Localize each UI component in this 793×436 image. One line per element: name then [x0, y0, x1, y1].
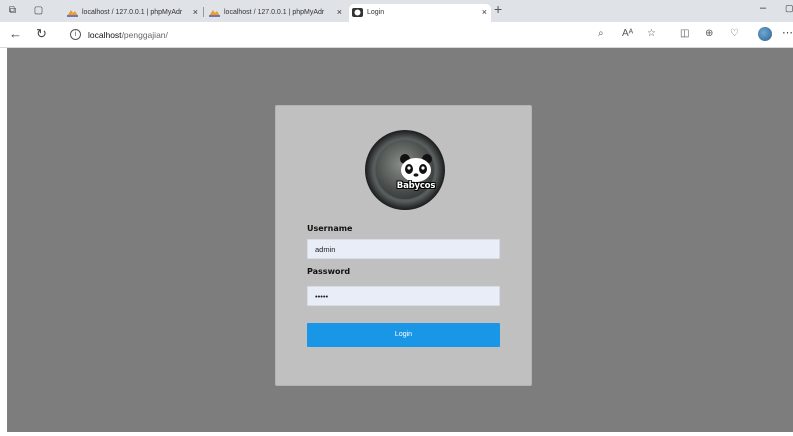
panda-icon — [400, 154, 432, 182]
more-menu-icon[interactable]: ⋯ — [782, 26, 793, 39]
password-field[interactable] — [307, 286, 500, 306]
new-tab-button[interactable]: + — [494, 1, 502, 17]
address-bar: ← ↻ i localhost/penggajian/ ⌕ Aᴬ ☆ ◫ ⊕ ♡… — [0, 22, 793, 48]
maximize-icon[interactable]: ▢ — [785, 3, 793, 14]
back-arrow-icon[interactable]: ← — [9, 27, 22, 41]
url-host: localhost — [88, 30, 122, 40]
tab-actions-icon[interactable]: ▢ — [33, 5, 44, 16]
favorite-star-icon[interactable]: ☆ — [647, 28, 656, 40]
username-label: Username — [307, 224, 353, 233]
info-icon[interactable]: i — [70, 29, 81, 40]
phpmyadmin-icon — [67, 10, 78, 17]
phpmyadmin-icon — [209, 10, 220, 17]
tab-close-icon[interactable]: × — [482, 4, 487, 21]
login-card: Babycos Username Password Login — [275, 105, 532, 386]
browser-essentials-icon[interactable]: ♡ — [730, 28, 739, 40]
tab-bar: ⧉ ▢ localhost / 127.0.0.1 | phpMyAdr × l… — [0, 0, 793, 22]
tab-phpmyadmin-1[interactable]: localhost / 127.0.0.1 | phpMyAdr × — [64, 4, 202, 22]
username-field[interactable] — [307, 239, 500, 259]
read-aloud-icon[interactable]: Aᴬ — [622, 28, 633, 40]
search-icon[interactable]: ⌕ — [598, 28, 604, 40]
window-edge — [0, 48, 7, 436]
logo-inner-circle: Babycos — [376, 141, 435, 199]
url-path: /penggajian/ — [121, 30, 168, 40]
tab-separator — [203, 7, 204, 17]
brand-name: Babycos — [396, 181, 436, 191]
tab-title: Login — [367, 9, 385, 16]
workspaces-icon[interactable]: ⧉ — [7, 5, 18, 16]
split-screen-icon[interactable]: ◫ — [680, 28, 689, 40]
refresh-icon[interactable]: ↻ — [36, 27, 47, 41]
tab-title: localhost / 127.0.0.1 | phpMyAdr — [224, 9, 325, 16]
url-input[interactable]: i localhost/penggajian/ — [58, 26, 718, 44]
password-label: Password — [307, 267, 351, 276]
window-bottom-edge — [0, 432, 793, 436]
panda-icon — [352, 8, 363, 17]
tab-phpmyadmin-2[interactable]: localhost / 127.0.0.1 | phpMyAdr × — [206, 4, 346, 22]
brand-logo: Babycos — [365, 130, 445, 210]
profile-avatar-icon[interactable] — [758, 27, 772, 41]
login-button[interactable]: Login — [307, 323, 500, 347]
extensions-icon[interactable]: ⊕ — [705, 28, 713, 40]
tab-close-icon[interactable]: × — [193, 4, 198, 21]
url-text: localhost/penggajian/ — [88, 30, 168, 40]
tab-close-icon[interactable]: × — [337, 4, 342, 21]
minimize-icon[interactable]: – — [760, 2, 766, 14]
tab-login[interactable]: Login × — [349, 4, 491, 22]
tab-title: localhost / 127.0.0.1 | phpMyAdr — [82, 9, 183, 16]
